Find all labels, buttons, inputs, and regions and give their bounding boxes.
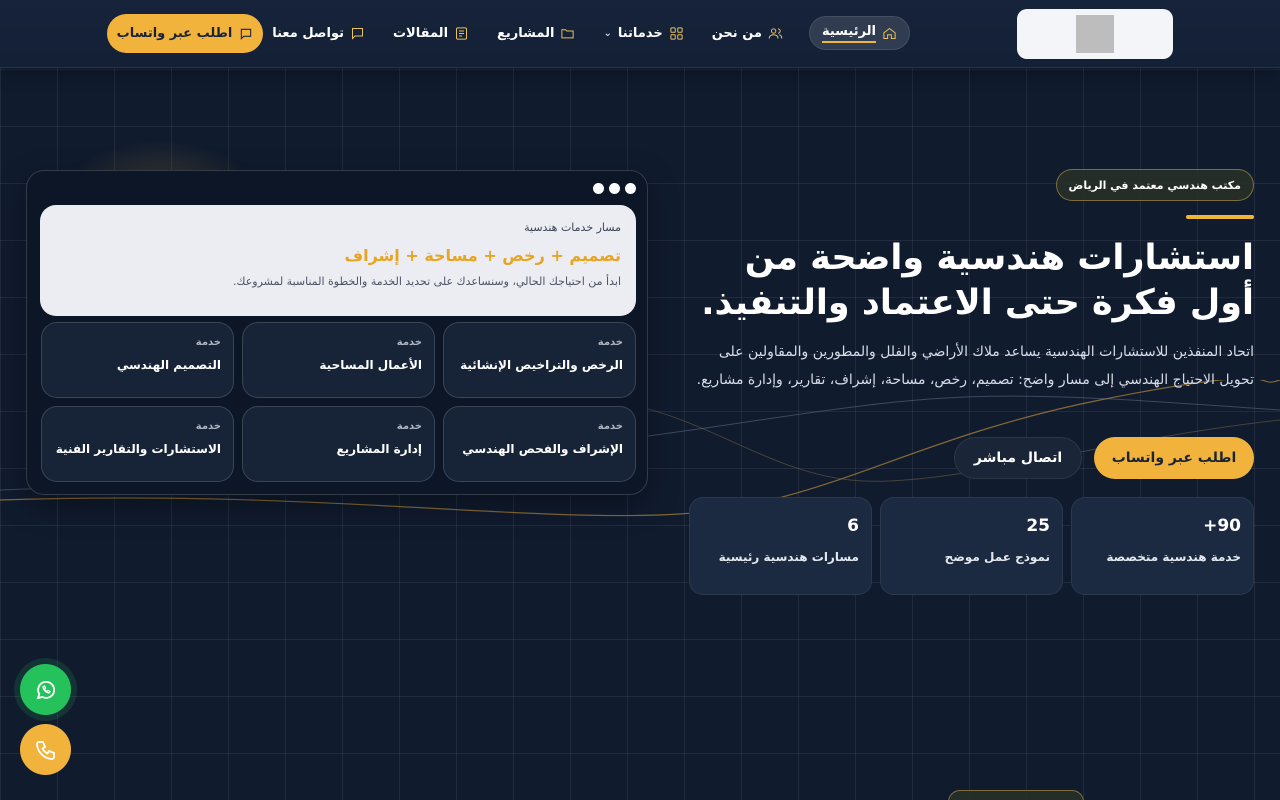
home-icon: [883, 27, 896, 39]
dot: [625, 183, 636, 194]
chat-icon: [351, 27, 363, 40]
logo[interactable]: [1017, 9, 1173, 59]
dot: [593, 183, 604, 194]
nav-label: الرئيسية: [821, 24, 876, 43]
service-card[interactable]: خدمة التصميم الهندسي: [41, 322, 234, 398]
service-tag: خدمة: [597, 421, 623, 432]
service-name: الأعمال المساحية: [319, 358, 422, 372]
stat-value: 6: [847, 516, 859, 536]
nav-item-about[interactable]: من نحن: [710, 16, 785, 50]
stat-value: 25: [1026, 516, 1050, 536]
folder-icon: [561, 28, 575, 38]
phone-icon: [35, 740, 55, 760]
stat-value: +90: [1203, 516, 1241, 536]
header-whatsapp-button[interactable]: اطلب عبر واتساب: [107, 14, 263, 53]
stat-card: +90 خدمة هندسية متخصصة: [1071, 497, 1254, 595]
main-nav: الرئيسية من نحن خدماتنا ⌄ المشاريع المقا…: [270, 16, 910, 50]
service-card[interactable]: خدمة إدارة المشاريع: [242, 406, 435, 482]
services-panel: مسار خدمات هندسية تصميم + رخص + مساحة + …: [26, 170, 648, 495]
whatsapp-icon: [36, 680, 55, 699]
stat-card: 6 مسارات هندسية رئيسية: [689, 497, 872, 595]
users-icon: [768, 27, 783, 39]
logo-image: [1076, 15, 1114, 53]
service-tag: خدمة: [597, 337, 623, 348]
stats-row: +90 خدمة هندسية متخصصة 25 نموذج عمل موضح…: [689, 497, 1254, 595]
hero-title: استشارات هندسية واضحة من أول فكرة حتى ال…: [701, 238, 1254, 323]
header-cta-label: اطلب عبر واتساب: [116, 26, 233, 41]
panel-header-card: مسار خدمات هندسية تصميم + رخص + مساحة + …: [40, 205, 636, 316]
service-tag: خدمة: [195, 337, 221, 348]
direct-call-button[interactable]: اتصال مباشر: [954, 437, 1082, 479]
stat-label: نموذج عمل موضح: [944, 550, 1050, 564]
services-grid: خدمة الرخص والتراخيص الإنشائية خدمة الأع…: [40, 322, 636, 482]
chevron-down-icon: ⌄: [603, 27, 612, 39]
service-tag: خدمة: [195, 421, 221, 432]
service-card[interactable]: خدمة الرخص والتراخيص الإنشائية: [443, 322, 636, 398]
service-name: الرخص والتراخيص الإنشائية: [460, 358, 623, 372]
nav-label: تواصل معنا: [272, 25, 344, 41]
nav-item-services[interactable]: خدماتنا ⌄: [601, 16, 685, 50]
nav-item-home[interactable]: الرئيسية: [808, 16, 910, 50]
nav-item-contact[interactable]: تواصل معنا: [270, 16, 367, 50]
page: الرئيسية من نحن خدماتنا ⌄ المشاريع المقا…: [0, 0, 1280, 800]
service-name: التصميم الهندسي: [116, 358, 221, 372]
dot: [609, 183, 620, 194]
hero-badge: مكتب هندسي معتمد في الرياض: [1055, 169, 1254, 201]
panel-title: تصميم + رخص + مساحة + إشراف: [344, 246, 621, 265]
service-tag: خدمة: [396, 337, 422, 348]
panel-description: ابدأ من احتياجك الحالي، وسنساعدك على تحد…: [232, 275, 621, 288]
nav-item-projects[interactable]: المشاريع: [495, 16, 577, 50]
service-tag: خدمة: [396, 421, 422, 432]
floating-call-button[interactable]: [20, 724, 71, 775]
window-dots: [593, 183, 636, 194]
service-card[interactable]: خدمة الإشراف والفحص الهندسي: [443, 406, 636, 482]
stat-card: 25 نموذج عمل موضح: [880, 497, 1063, 595]
nav-label: المقالات: [392, 25, 449, 41]
service-card[interactable]: خدمة الاستشارات والتقارير الفنية: [41, 406, 234, 482]
top-navbar: الرئيسية من نحن خدماتنا ⌄ المشاريع المقا…: [0, 0, 1280, 68]
service-name: الإشراف والفحص الهندسي: [462, 442, 623, 456]
next-section-badge: [948, 790, 1084, 800]
hero-description: اتحاد المنفذين للاستشارات الهندسية يساعد…: [696, 344, 1254, 388]
service-card[interactable]: خدمة الأعمال المساحية: [242, 322, 435, 398]
stat-label: خدمة هندسية متخصصة: [1106, 550, 1241, 564]
nav-label: خدماتنا: [617, 25, 663, 41]
whatsapp-order-button[interactable]: اطلب عبر واتساب: [1094, 437, 1254, 479]
grid-icon: [670, 26, 683, 40]
article-icon: [456, 26, 468, 40]
service-name: إدارة المشاريع: [336, 442, 422, 456]
chat-icon: [241, 28, 252, 40]
nav-item-articles[interactable]: المقالات: [391, 16, 471, 50]
floating-whatsapp-button[interactable]: [20, 664, 71, 715]
nav-label: المشاريع: [497, 25, 555, 41]
service-name: الاستشارات والتقارير الفنية: [55, 442, 221, 456]
panel-label: مسار خدمات هندسية: [524, 221, 621, 234]
stat-label: مسارات هندسية رئيسية: [718, 550, 859, 564]
nav-label: من نحن: [711, 25, 762, 41]
accent-bar: [1186, 215, 1254, 219]
